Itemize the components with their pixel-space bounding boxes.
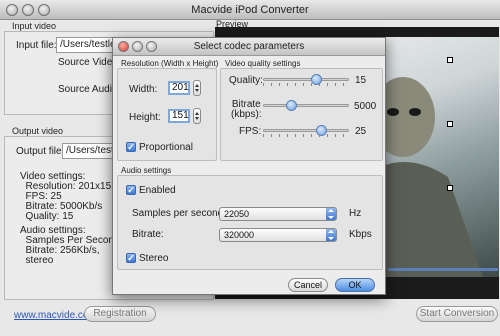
audio-bitrate-label: Bitrate: xyxy=(132,229,164,240)
audio-bitrate-select[interactable]: 320000 xyxy=(219,228,337,242)
preview-progress-bar xyxy=(388,268,498,271)
dialog-zoom-icon[interactable] xyxy=(146,41,157,52)
dialog-title: Select codec parameters xyxy=(193,41,305,52)
window-title: Macvide iPod Converter xyxy=(191,4,309,16)
crop-handle[interactable] xyxy=(447,57,453,63)
width-stepper[interactable] xyxy=(193,80,201,96)
quality-value: 15 xyxy=(355,75,367,86)
fps-slider[interactable] xyxy=(263,125,349,137)
audio-enabled-checkbox[interactable]: ✓ xyxy=(126,185,136,195)
output-section-label: Output video xyxy=(12,126,64,136)
cancel-button[interactable]: Cancel xyxy=(288,278,328,292)
minimize-window-icon[interactable] xyxy=(22,4,34,16)
close-window-icon[interactable] xyxy=(6,4,18,16)
fps-value: 25 xyxy=(355,126,367,137)
audio-bitrate-value: 320000 xyxy=(224,230,255,240)
input-section-label: Input video xyxy=(12,21,57,31)
dialog-close-icon[interactable] xyxy=(118,41,129,52)
video-bitrate-value: 5000 xyxy=(354,101,377,112)
fps-label: FPS: xyxy=(239,126,262,137)
codec-parameters-dialog: Select codec parameters Resolution (Widt… xyxy=(112,37,386,295)
video-bitrate-slider[interactable] xyxy=(263,100,349,112)
stereo-checkbox[interactable]: ✓ xyxy=(126,253,136,263)
source-audio-label: Source Audio: xyxy=(58,84,121,95)
samples-unit-label: Hz xyxy=(349,208,362,219)
proportional-label: Proportional xyxy=(139,142,193,153)
samples-per-second-select[interactable]: 22050 xyxy=(219,207,337,221)
output-file-label: Output file: xyxy=(16,146,65,157)
start-conversion-button[interactable]: Start Conversion xyxy=(416,306,498,322)
output-file-field[interactable]: /Users/testle xyxy=(62,143,114,159)
audio-settings-heading: Audio settings xyxy=(121,166,172,175)
dialog-minimize-icon[interactable] xyxy=(132,41,143,52)
output-audio-settings: Audio settings: Samples Per Second: 22K … xyxy=(20,226,112,266)
ok-button[interactable]: OK xyxy=(335,278,375,292)
audio-enabled-label: Enabled xyxy=(139,185,176,196)
height-input[interactable]: 151 xyxy=(168,109,190,123)
audio-bitrate-unit-label: Kbps xyxy=(349,229,372,240)
width-input[interactable]: 201 xyxy=(168,81,190,95)
samples-per-second-value: 22050 xyxy=(224,209,250,219)
dialog-titlebar: Select codec parameters xyxy=(113,38,385,56)
select-arrows-icon xyxy=(326,229,336,241)
select-arrows-icon xyxy=(326,208,336,220)
crop-handle[interactable] xyxy=(447,121,453,127)
proportional-checkbox[interactable]: ✓ xyxy=(126,142,136,152)
video-quality-heading: Video quality settings xyxy=(225,59,301,68)
samples-per-second-label: Samples per second: xyxy=(132,208,226,219)
crop-handle[interactable] xyxy=(447,185,453,191)
registration-button[interactable]: Registration xyxy=(84,306,156,322)
resolution-heading: Resolution (Width x Height) xyxy=(121,59,219,68)
input-file-label: Input file: xyxy=(16,40,57,51)
quality-slider[interactable] xyxy=(263,74,349,86)
window-titlebar: Macvide iPod Converter xyxy=(0,0,500,20)
height-stepper[interactable] xyxy=(193,108,201,124)
video-bitrate-slider-thumb[interactable] xyxy=(286,100,298,111)
width-label: Width: xyxy=(129,84,158,95)
input-file-field[interactable]: /Users/testleo xyxy=(56,37,116,53)
stereo-label: Stereo xyxy=(139,253,169,264)
zoom-window-icon[interactable] xyxy=(38,4,50,16)
height-label: Height: xyxy=(129,112,161,123)
quality-label: Quality: xyxy=(229,75,263,86)
output-video-settings: Video settings: Resolution: 201x151 FPS:… xyxy=(20,171,117,222)
bitrate-label: Bitrate (kbps): xyxy=(231,99,262,120)
